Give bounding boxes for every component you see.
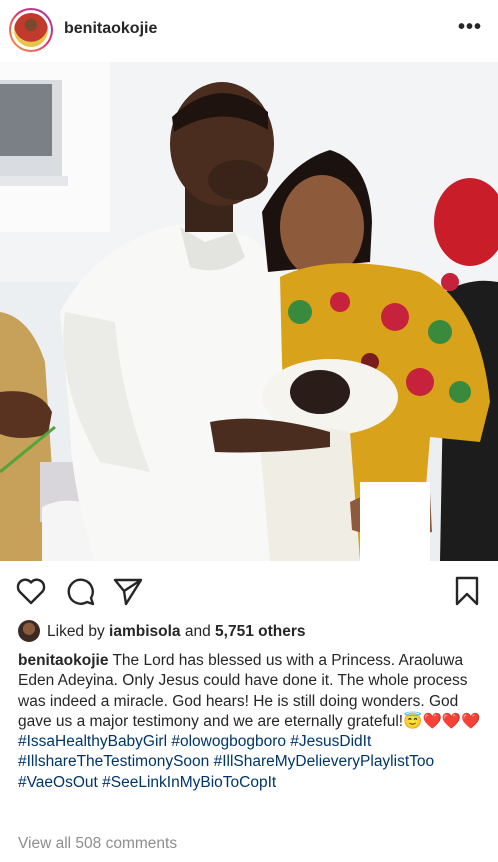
bookmark-icon[interactable] xyxy=(450,574,484,608)
share-icon[interactable] xyxy=(111,574,145,608)
post-username[interactable]: benitaokojie xyxy=(64,20,157,38)
more-options-icon[interactable]: ••• xyxy=(458,16,482,39)
post-photo[interactable] xyxy=(0,62,498,561)
halo-emoji: 😇 xyxy=(403,712,423,730)
avatar-ring xyxy=(11,10,51,50)
hashtag[interactable]: #VaeOsOut xyxy=(18,774,98,791)
post-caption: benitaokojie The Lord has blessed us wit… xyxy=(18,651,483,793)
hearts-emoji: ❤️❤️❤️ xyxy=(422,712,481,730)
action-bar xyxy=(0,562,498,618)
avatar-image xyxy=(14,13,48,47)
hashtag[interactable]: #IllshareTheTestimonySoon xyxy=(18,753,209,770)
caption-username[interactable]: benitaokojie xyxy=(18,652,108,669)
likes-count[interactable]: 5,751 others xyxy=(215,623,305,640)
hashtag[interactable]: #JesusDidIt xyxy=(290,733,371,750)
post-header: benitaokojie ••• xyxy=(0,0,498,62)
view-all-comments-link[interactable]: View all 508 comments xyxy=(18,835,177,853)
hashtag[interactable]: #IssaHealthyBabyGirl xyxy=(18,733,167,750)
photo-illustration xyxy=(0,62,498,561)
liker-username[interactable]: iambisola xyxy=(109,623,181,640)
hashtag[interactable]: #SeeLinkInMyBioToCopIt xyxy=(102,774,276,791)
liker-avatar xyxy=(18,620,40,642)
avatar[interactable] xyxy=(9,8,53,52)
hashtag[interactable]: #IllShareMyDelieveryPlaylistToo xyxy=(214,753,435,770)
likes-text: Liked by iambisola and 5,751 others xyxy=(47,623,306,640)
comment-icon[interactable] xyxy=(63,574,97,608)
hashtag[interactable]: #olowogbogboro xyxy=(171,733,286,750)
heart-icon[interactable] xyxy=(14,574,48,608)
